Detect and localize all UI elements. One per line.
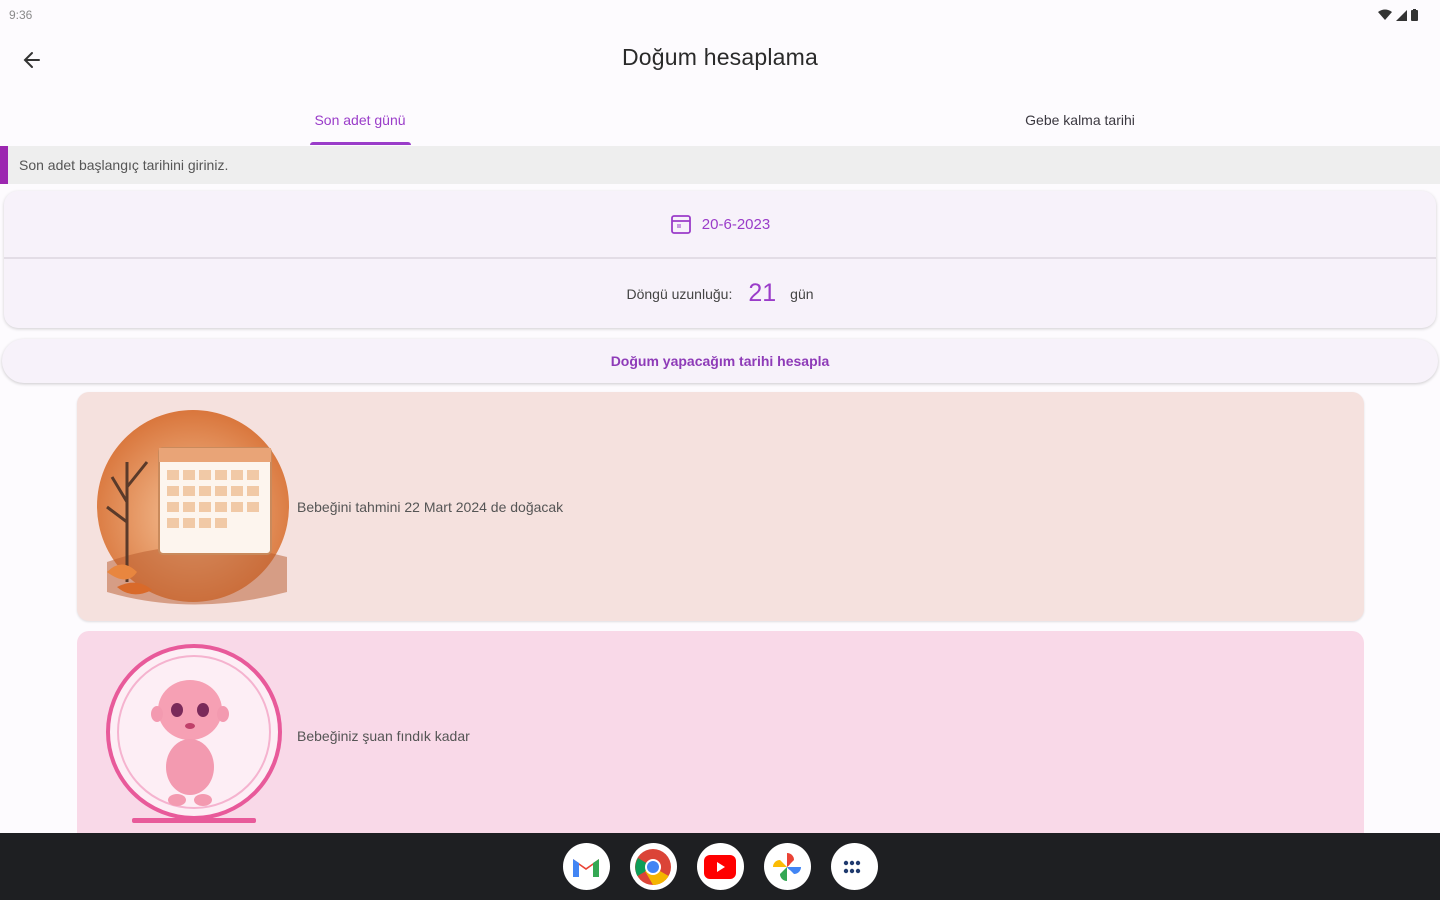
tab-bar: Son adet günü Gebe kalma tarihi (0, 94, 1440, 146)
signal-icon (1396, 9, 1407, 21)
battery-icon (1411, 9, 1418, 21)
baby-size-text: Bebeğiniz şuan fındık kadar (297, 728, 470, 744)
app-bar: Doğum hesaplama (0, 30, 1440, 88)
tab-label: Gebe kalma tarihi (1025, 112, 1135, 128)
date-value: 20-6-2023 (701, 215, 771, 233)
taskbar (0, 833, 1440, 900)
wifi-icon (1378, 9, 1392, 20)
calendar-icon (670, 215, 691, 234)
input-card: 20-6-2023 Döngü uzunluğu: 21 gün (4, 191, 1436, 328)
baby-size-card: Bebeğiniz şuan fındık kadar (77, 631, 1364, 841)
cycle-unit: gün (790, 285, 814, 302)
baby-illustration (77, 622, 297, 851)
tab-active-indicator (309, 142, 411, 145)
tab-label: Son adet günü (314, 112, 406, 128)
youtube-icon[interactable] (696, 843, 744, 890)
tab-last-period[interactable]: Son adet günü (0, 94, 720, 146)
calculate-button[interactable]: Doğum yapacağım tarihi hesapla (2, 339, 1438, 383)
cycle-value[interactable]: 21 (748, 279, 776, 308)
tab-conception-date[interactable]: Gebe kalma tarihi (720, 94, 1440, 146)
cycle-label: Döngü uzunluğu: (626, 285, 733, 302)
chrome-icon[interactable] (629, 843, 677, 890)
page-title: Doğum hesaplama (621, 44, 819, 70)
due-date-text: Bebeğini tahmini 22 Mart 2024 de doğacak (297, 498, 564, 515)
hint-text: Son adet başlangıç tarihini giriniz. (19, 157, 229, 173)
hint-banner: Son adet başlangıç tarihini giriniz. (0, 146, 1440, 184)
cycle-length-row: Döngü uzunluğu: 21 gün (4, 259, 1436, 328)
status-time: 9:36 (9, 8, 33, 22)
status-icons (1378, 9, 1418, 21)
status-bar: 9:36 (0, 0, 1440, 30)
calendar-illustration (77, 392, 297, 621)
due-date-card: Bebeğini tahmini 22 Mart 2024 de doğacak (77, 392, 1364, 621)
photos-icon[interactable] (763, 843, 811, 890)
apps-icon[interactable] (830, 843, 878, 890)
date-picker-button[interactable]: 20-6-2023 (4, 191, 1436, 259)
gmail-icon[interactable] (562, 843, 610, 890)
